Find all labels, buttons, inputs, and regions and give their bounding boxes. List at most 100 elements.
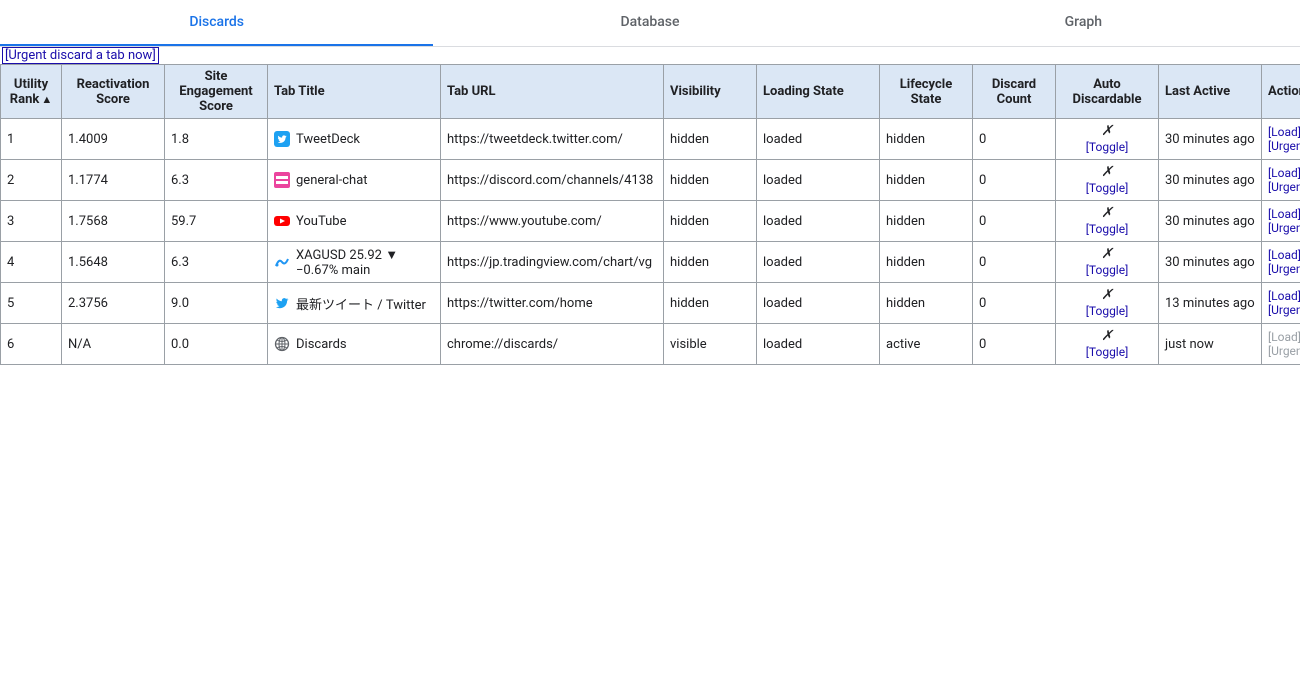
cell-reactivation-score: 1.1774 [62,160,165,201]
cell-utility-rank: 5 [1,283,62,324]
discards-table: Utility Rank▲ Reactivation Score Site En… [0,64,1300,365]
col-auto-discardable[interactable]: Auto Discardable [1056,65,1159,119]
cell-actions: [Load][Urgent Discard] [1262,242,1300,283]
cell-engagement-score: 6.3 [165,160,268,201]
cell-lifecycle-state: hidden [880,242,973,283]
tweetdeck-icon [274,131,290,147]
cell-lifecycle-state: active [880,324,973,365]
tradingview-icon [274,254,290,270]
auto-discardable-x-icon: ✗ [1101,329,1113,344]
cell-reactivation-score: N/A [62,324,165,365]
tab-title-text: XAGUSD 25.92 ▼ −0.67% main [296,247,434,278]
cell-lifecycle-state: hidden [880,119,973,160]
tab-database[interactable]: Database [433,0,866,46]
urgent-bar: [Urgent discard a tab now] [0,47,1300,64]
cell-discard-count: 0 [973,283,1056,324]
col-actions[interactable]: Actions [1262,65,1300,119]
col-visibility[interactable]: Visibility [664,65,757,119]
urgent-discard-action-link[interactable]: [Urgent Discard] [1268,303,1300,317]
cell-auto-discardable: ✗[Toggle] [1056,160,1159,201]
cell-auto-discardable: ✗[Toggle] [1056,201,1159,242]
table-row: 41.56486.3XAGUSD 25.92 ▼ −0.67% mainhttp… [1,242,1300,283]
discord-icon [274,172,290,188]
load-action-link[interactable]: [Load] [1268,289,1300,303]
load-action-link[interactable]: [Load] [1268,248,1300,262]
urgent-discard-action-link[interactable]: [Urgent Discard] [1268,221,1300,235]
cell-engagement-score: 6.3 [165,242,268,283]
toggle-auto-discardable-link[interactable]: [Toggle] [1086,263,1129,277]
cell-actions: [Load][Urgent Discard] [1262,119,1300,160]
col-loading-state[interactable]: Loading State [757,65,880,119]
cell-reactivation-score: 1.4009 [62,119,165,160]
cell-actions: [Load][Urgent Discard] [1262,160,1300,201]
cell-engagement-score: 9.0 [165,283,268,324]
cell-engagement-score: 1.8 [165,119,268,160]
tab-title-text: YouTube [296,214,347,229]
cell-utility-rank: 2 [1,160,62,201]
cell-visibility: hidden [664,201,757,242]
cell-loading-state: loaded [757,160,880,201]
cell-visibility: hidden [664,160,757,201]
col-discard-count[interactable]: Discard Count [973,65,1056,119]
cell-tab-title: XAGUSD 25.92 ▼ −0.67% main [268,242,441,283]
cell-last-active: 30 minutes ago [1159,119,1262,160]
toggle-auto-discardable-link[interactable]: [Toggle] [1086,181,1129,195]
urgent-discard-action-link[interactable]: [Urgent Discard] [1268,262,1300,276]
cell-utility-rank: 6 [1,324,62,365]
load-action-link[interactable]: [Load] [1268,166,1300,180]
col-utility-rank[interactable]: Utility Rank▲ [1,65,62,119]
cell-auto-discardable: ✗[Toggle] [1056,242,1159,283]
table-row: 31.756859.7YouTubehttps://www.youtube.co… [1,201,1300,242]
col-last-active[interactable]: Last Active [1159,65,1262,119]
cell-loading-state: loaded [757,283,880,324]
col-reactivation-score[interactable]: Reactivation Score [62,65,165,119]
urgent-discard-action-link[interactable]: [Urgent Discard] [1268,139,1300,153]
cell-actions: [Load][Urgent Discard] [1262,201,1300,242]
urgent-discard-action-link: [Urgent Discard] [1268,344,1300,358]
table-row: 52.37569.0最新ツイート / Twitterhttps://twitte… [1,283,1300,324]
cell-lifecycle-state: hidden [880,283,973,324]
cell-utility-rank: 3 [1,201,62,242]
load-action-link[interactable]: [Load] [1268,125,1300,139]
toggle-auto-discardable-link[interactable]: [Toggle] [1086,304,1129,318]
cell-discard-count: 0 [973,201,1056,242]
auto-discardable-x-icon: ✗ [1101,165,1113,180]
toggle-auto-discardable-link[interactable]: [Toggle] [1086,140,1129,154]
cell-tab-title: Discards [268,324,441,365]
auto-discardable-x-icon: ✗ [1101,124,1113,139]
cell-loading-state: loaded [757,324,880,365]
table-row: 21.17746.3general-chathttps://discord.co… [1,160,1300,201]
col-tab-title[interactable]: Tab Title [268,65,441,119]
tab-title-text: 最新ツイート / Twitter [296,294,426,313]
auto-discardable-x-icon: ✗ [1101,206,1113,221]
cell-discard-count: 0 [973,324,1056,365]
cell-reactivation-score: 2.3756 [62,283,165,324]
cell-visibility: visible [664,324,757,365]
top-tabs: DiscardsDatabaseGraph [0,0,1300,47]
cell-discard-count: 0 [973,242,1056,283]
tab-discards[interactable]: Discards [0,0,433,46]
load-action-link: [Load] [1268,330,1300,344]
cell-actions: [Load][Urgent Discard] [1262,324,1300,365]
col-tab-url[interactable]: Tab URL [441,65,664,119]
urgent-discard-now-link[interactable]: [Urgent discard a tab now] [2,47,159,64]
auto-discardable-x-icon: ✗ [1101,247,1113,262]
table-row: 11.40091.8TweetDeckhttps://tweetdeck.twi… [1,119,1300,160]
urgent-discard-action-link[interactable]: [Urgent Discard] [1268,180,1300,194]
cell-tab-title: YouTube [268,201,441,242]
col-lifecycle-state[interactable]: Lifecycle State [880,65,973,119]
toggle-auto-discardable-link[interactable]: [Toggle] [1086,222,1129,236]
cell-tab-url: https://jp.tradingview.com/chart/vg [441,242,664,283]
cell-utility-rank: 4 [1,242,62,283]
tab-graph[interactable]: Graph [867,0,1300,46]
toggle-auto-discardable-link[interactable]: [Toggle] [1086,345,1129,359]
load-action-link[interactable]: [Load] [1268,207,1300,221]
cell-tab-title: 最新ツイート / Twitter [268,283,441,324]
cell-discard-count: 0 [973,119,1056,160]
col-site-engagement-score[interactable]: Site Engagement Score [165,65,268,119]
cell-loading-state: loaded [757,119,880,160]
cell-tab-url: https://discord.com/channels/4138 [441,160,664,201]
cell-tab-url: https://tweetdeck.twitter.com/ [441,119,664,160]
cell-loading-state: loaded [757,201,880,242]
cell-tab-url: chrome://discards/ [441,324,664,365]
